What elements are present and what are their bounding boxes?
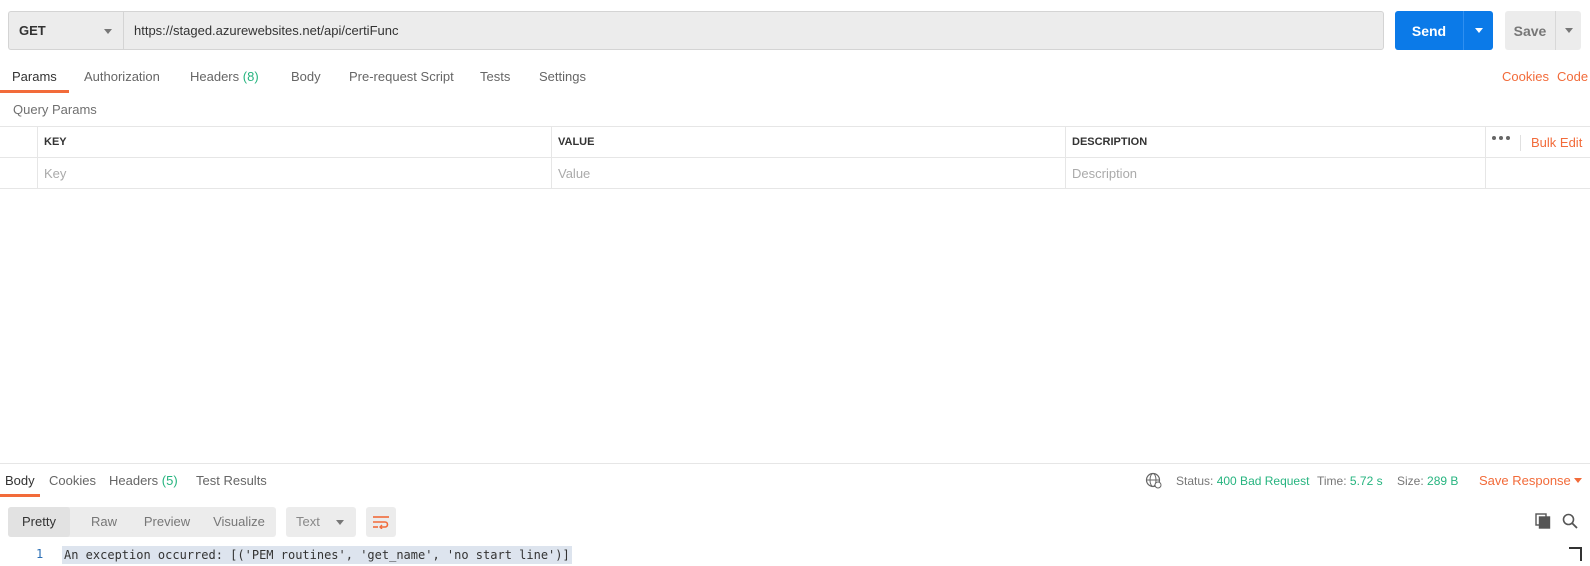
status-info: Status: 400 Bad Request: [1176, 474, 1310, 488]
language-label: Text: [296, 514, 320, 529]
tab-tests[interactable]: Tests: [480, 60, 510, 94]
bulk-edit-link[interactable]: Bulk Edit: [1531, 127, 1582, 158]
format-toggle-group: Pretty Raw Preview Visualize: [8, 507, 276, 537]
send-button[interactable]: Send: [1395, 11, 1493, 50]
language-select[interactable]: Text: [286, 507, 356, 537]
divider: [1520, 135, 1521, 151]
value-input[interactable]: Value: [551, 158, 1065, 189]
active-tab-indicator: [0, 90, 69, 93]
scrollbar-handle[interactable]: [1580, 547, 1582, 561]
save-response-button[interactable]: Save Response: [1479, 466, 1571, 496]
save-button[interactable]: Save: [1505, 11, 1581, 50]
format-preview[interactable]: Preview: [134, 507, 200, 537]
table-row: Key Value Description: [0, 158, 1590, 189]
tab-body[interactable]: Body: [291, 60, 321, 94]
tab-authorization[interactable]: Authorization: [84, 60, 160, 94]
checkbox-column-header: [0, 127, 37, 158]
pane-divider[interactable]: [0, 463, 1590, 464]
column-header-key: KEY: [37, 127, 551, 158]
globe-icon[interactable]: [1145, 472, 1162, 489]
tab-params[interactable]: Params: [12, 60, 57, 94]
wrap-lines-icon: [373, 516, 389, 529]
search-icon[interactable]: [1561, 512, 1579, 530]
tab-headers[interactable]: Headers (8): [190, 60, 259, 94]
cookies-link[interactable]: Cookies: [1502, 60, 1549, 94]
response-body-text: An exception occurred: [('PEM routines',…: [62, 546, 572, 564]
time-info: Time: 5.72 s: [1317, 474, 1383, 488]
key-input[interactable]: Key: [37, 158, 551, 189]
method-label: GET: [19, 23, 46, 38]
chevron-down-icon: [336, 520, 344, 525]
format-raw[interactable]: Raw: [74, 507, 134, 537]
active-response-tab-indicator: [0, 494, 40, 497]
time-value: 5.72 s: [1349, 474, 1383, 488]
response-tab-headers[interactable]: Headers (5): [109, 466, 178, 496]
save-label: Save: [1513, 22, 1547, 39]
headers-count: (8): [242, 69, 259, 84]
query-params-title: Query Params: [13, 102, 97, 117]
request-tabs: Params Authorization Headers (8) Body Pr…: [0, 60, 1590, 94]
chevron-down-icon: [104, 29, 112, 34]
line-number: 1: [36, 547, 44, 561]
tab-settings[interactable]: Settings: [539, 60, 586, 94]
send-label: Send: [1411, 22, 1447, 39]
url-value: https://staged.azurewebsites.net/api/cer…: [134, 23, 399, 38]
send-dropdown-button[interactable]: [1463, 11, 1493, 50]
copy-icon[interactable]: [1534, 512, 1552, 530]
format-visualize[interactable]: Visualize: [204, 507, 274, 537]
column-header-value: VALUE: [551, 127, 1065, 158]
response-tab-cookies[interactable]: Cookies: [49, 466, 96, 496]
response-tab-body[interactable]: Body: [5, 466, 35, 496]
code-link[interactable]: Code: [1557, 60, 1588, 94]
wrap-lines-button[interactable]: [366, 507, 396, 537]
row-checkbox-cell: [0, 158, 37, 189]
more-options-icon[interactable]: [1492, 136, 1510, 140]
method-select[interactable]: GET: [8, 11, 123, 50]
chevron-down-icon[interactable]: [1574, 478, 1582, 483]
column-header-description: DESCRIPTION: [1065, 127, 1485, 158]
description-input[interactable]: Description: [1065, 158, 1485, 189]
params-table: KEY VALUE DESCRIPTION Bulk Edit Key Valu…: [0, 126, 1590, 189]
row-actions-cell: [1485, 158, 1590, 189]
response-body-editor[interactable]: 1 An exception occurred: [('PEM routines…: [0, 545, 1590, 566]
size-value: 289 B: [1427, 474, 1459, 488]
chevron-down-icon: [1474, 28, 1483, 33]
chevron-down-icon: [1564, 28, 1573, 33]
response-tab-test-results[interactable]: Test Results: [196, 466, 267, 496]
response-headers-count: (5): [161, 473, 178, 488]
format-pretty[interactable]: Pretty: [8, 507, 70, 537]
url-input[interactable]: https://staged.azurewebsites.net/api/cer…: [123, 11, 1384, 50]
table-header-row: KEY VALUE DESCRIPTION Bulk Edit: [0, 127, 1590, 158]
size-info: Size: 289 B: [1397, 474, 1459, 488]
request-url-bar: GET https://staged.azurewebsites.net/api…: [8, 11, 1384, 50]
status-value: 400 Bad Request: [1216, 474, 1310, 488]
tab-pre-request-script[interactable]: Pre-request Script: [349, 60, 454, 94]
save-dropdown-button[interactable]: [1555, 11, 1581, 50]
